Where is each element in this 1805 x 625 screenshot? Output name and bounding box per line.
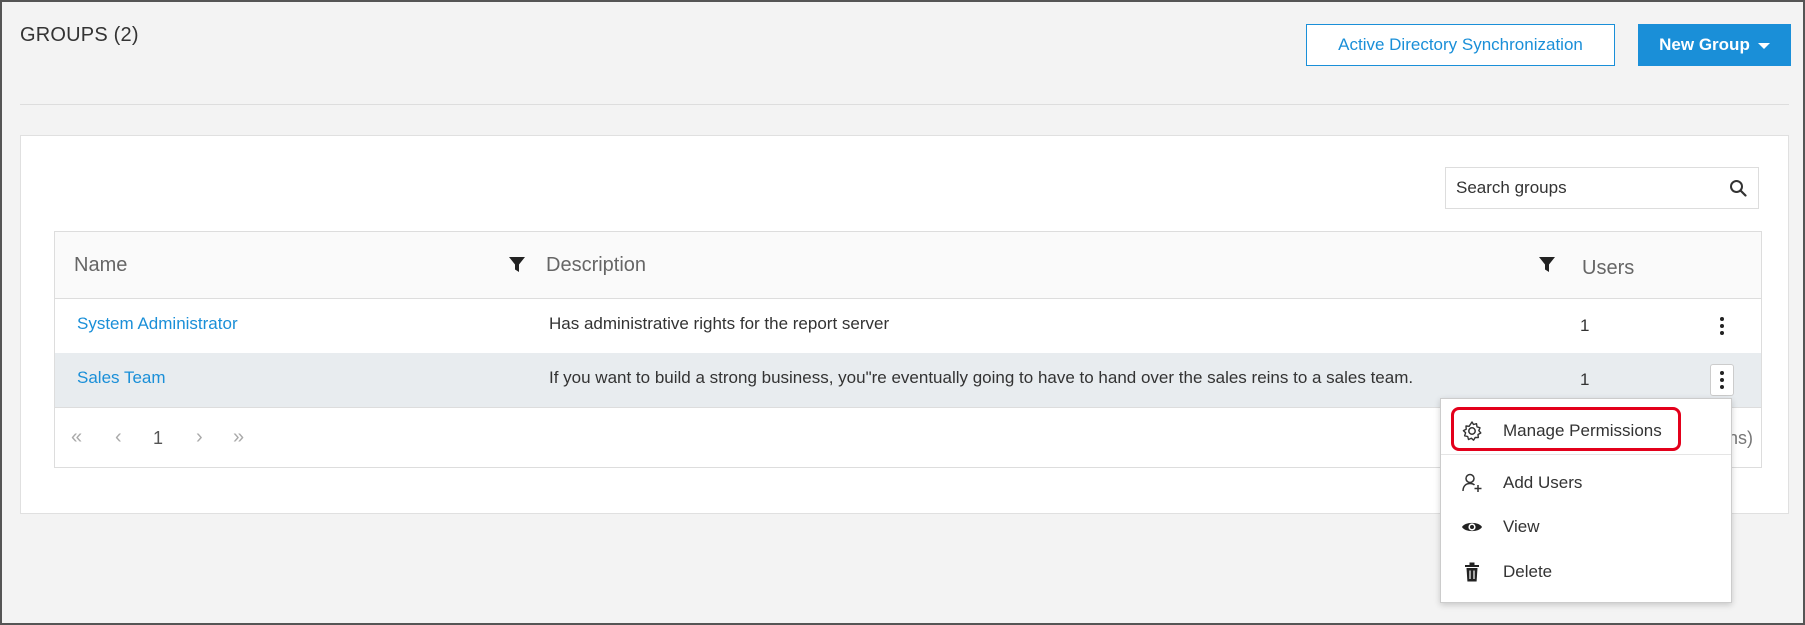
name-filter-icon[interactable] [508, 256, 526, 274]
menu-item-view[interactable]: View [1441, 506, 1731, 548]
page-title: GROUPS (2) [20, 24, 139, 46]
last-page-icon[interactable]: » [233, 426, 244, 449]
menu-item-manage-permissions[interactable]: Manage Permissions [1441, 410, 1731, 452]
table-header: Name Description Users [55, 232, 1761, 299]
menu-item-label: Add Users [1503, 473, 1583, 492]
menu-item-delete[interactable]: Delete [1441, 551, 1731, 593]
group-users-count: 1 [1580, 316, 1590, 335]
table-row: System Administrator Has administrative … [55, 299, 1761, 353]
group-name-link[interactable]: System Administrator [77, 314, 238, 334]
caret-down-icon [1757, 43, 1770, 49]
gear-icon [1461, 420, 1483, 442]
menu-divider [1441, 454, 1731, 455]
new-group-button[interactable]: New Group [1638, 24, 1791, 66]
group-description: Has administrative rights for the report… [549, 314, 890, 333]
search-icon[interactable] [1718, 179, 1758, 197]
row-context-menu: Manage Permissions Add Users View Delete [1440, 398, 1732, 603]
header-divider [20, 104, 1789, 105]
group-users-count: 1 [1580, 370, 1590, 389]
active-directory-sync-button[interactable]: Active Directory Synchronization [1306, 24, 1615, 66]
search-box [1445, 167, 1759, 209]
eye-icon [1461, 516, 1483, 538]
row-actions-kebab-icon[interactable] [1710, 310, 1734, 342]
search-input[interactable] [1446, 168, 1718, 208]
column-header-description[interactable]: Description [546, 254, 646, 277]
column-header-users[interactable]: Users [1582, 257, 1634, 280]
menu-item-label: View [1503, 517, 1540, 536]
group-name-link[interactable]: Sales Team [77, 368, 166, 388]
menu-item-label: Delete [1503, 562, 1553, 581]
current-page-number[interactable]: 1 [153, 428, 163, 449]
previous-page-icon[interactable]: ‹ [115, 426, 122, 449]
row-actions-kebab-icon[interactable] [1710, 364, 1734, 396]
trash-icon [1461, 561, 1483, 583]
menu-item-label: Manage Permissions [1503, 421, 1662, 440]
add-user-icon [1461, 472, 1483, 494]
description-filter-icon[interactable] [1538, 256, 1556, 274]
first-page-icon[interactable]: « [71, 426, 82, 449]
new-group-label: New Group [1659, 35, 1750, 54]
next-page-icon[interactable]: › [196, 426, 203, 449]
group-description: If you want to build a strong business, … [549, 368, 1414, 387]
column-header-name[interactable]: Name [74, 254, 127, 277]
menu-item-add-users[interactable]: Add Users [1441, 462, 1731, 504]
